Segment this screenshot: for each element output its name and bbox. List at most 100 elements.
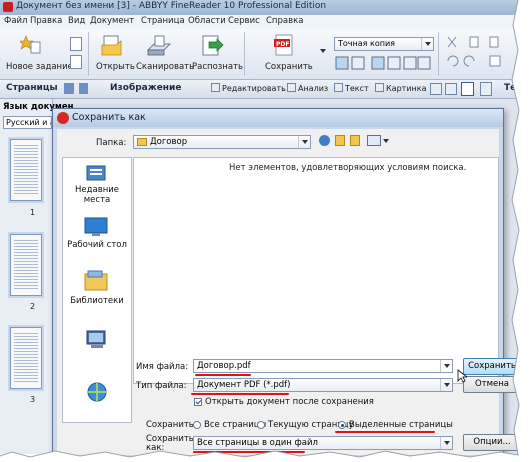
pages-view-icon[interactable] — [64, 83, 74, 94]
open-button[interactable]: Открыть — [96, 62, 135, 72]
save-as-label: Сохранить как: — [146, 434, 194, 453]
filename-dropdown-icon[interactable] — [440, 360, 452, 372]
places-bar: Недавние места Рабочий стол Библиотеки — [62, 157, 132, 423]
edit-area-button[interactable]: Редактировать — [211, 83, 286, 94]
mouse-cursor-icon — [457, 369, 469, 383]
menu-bar: Файл Правка Вид Документ Страница Област… — [0, 15, 522, 30]
edit-label: Редактировать — [222, 84, 286, 93]
analysis-button[interactable]: Анализ — [287, 83, 328, 94]
edit-tools-icons[interactable] — [444, 35, 520, 71]
selected-pages-underline — [335, 431, 435, 433]
page-number-2: 2 — [30, 302, 36, 311]
save-as-select[interactable]: Все страницы в один файл — [193, 436, 453, 450]
text-area-button[interactable]: Текст — [334, 83, 369, 94]
empty-message: Нет элементов, удовлетворяющих условиям … — [229, 163, 467, 173]
computer-icon[interactable] — [85, 329, 109, 351]
view-menu-icon[interactable] — [367, 135, 381, 146]
pdf-save-icon: PDF — [273, 33, 295, 57]
radio-all-pages[interactable] — [193, 421, 201, 429]
save-as-value: Все страницы в один файл — [197, 438, 318, 448]
save-button[interactable]: Сохранить — [265, 62, 313, 72]
image-pane-title: Изображение — [110, 83, 182, 93]
copy-mode-value: Точная копия — [338, 39, 395, 48]
panes-header: Страницы Изображение Редактировать Анали… — [0, 80, 522, 99]
main-toolbar: Новое задание Открыть Сканировать Распоз… — [0, 29, 522, 80]
open-icon — [101, 33, 123, 59]
finereader-icon — [57, 112, 69, 124]
layout-mode-icons[interactable] — [335, 56, 431, 70]
open-after-save-checkbox[interactable] — [194, 398, 202, 406]
menu-file[interactable]: Файл — [4, 16, 27, 26]
menu-help[interactable]: Справка — [266, 16, 303, 26]
recent-places-icon[interactable] — [85, 163, 109, 183]
page-thumbnail-3[interactable] — [10, 327, 42, 389]
menu-service[interactable]: Сервис — [228, 16, 260, 26]
back-icon[interactable] — [319, 135, 330, 146]
radio-current-page[interactable] — [257, 421, 265, 429]
edit-icon — [211, 83, 220, 92]
expand-icon[interactable] — [480, 82, 492, 96]
filetype-value: Документ PDF (*.pdf) — [197, 380, 291, 390]
doc-language-select[interactable]: Русский и ан — [3, 116, 52, 129]
cancel-button[interactable]: Отмена — [463, 376, 521, 393]
zoom-icon[interactable] — [430, 83, 442, 95]
save-as-underline — [193, 451, 305, 453]
desktop-icon[interactable] — [83, 216, 109, 238]
view-menu-chevron-icon[interactable] — [383, 139, 389, 143]
filename-label: Имя файла: — [136, 362, 189, 372]
filetype-underline — [191, 393, 289, 395]
dialog-titlebar: Сохранить как — [53, 109, 503, 127]
app-logo-icon — [3, 2, 13, 12]
fit-page-icon[interactable] — [461, 82, 474, 96]
open-after-save-label: Открыть документ после сохранения — [205, 397, 374, 407]
up-folder-icon[interactable] — [335, 135, 345, 146]
pages-pane-title: Страницы — [6, 83, 58, 93]
filename-underline — [195, 374, 251, 376]
desktop-item[interactable]: Рабочий стол — [63, 240, 131, 250]
recognize-button[interactable]: Распознать — [192, 62, 243, 72]
page-thumbnail-1[interactable] — [10, 139, 42, 201]
menu-edit[interactable]: Правка — [30, 16, 62, 26]
select-icon[interactable] — [445, 83, 457, 95]
save-as-dialog: Сохранить как Папка: Договор Недавние ме… — [52, 108, 521, 460]
pages-pane: Язык докумен Русский и ан 1 2 3 — [0, 99, 74, 454]
network-icon[interactable] — [85, 380, 109, 404]
radio-selected-pages[interactable] — [338, 421, 346, 429]
save-dialog-button[interactable]: Сохранить — [463, 358, 521, 375]
svg-text:PDF: PDF — [276, 41, 289, 48]
picture-area-button[interactable]: Картинка — [375, 83, 426, 94]
copy-icon[interactable] — [70, 55, 82, 69]
new-folder-icon[interactable] — [350, 135, 360, 146]
recent-places-item[interactable]: Недавние места — [63, 185, 131, 205]
folder-select[interactable]: Договор — [133, 135, 311, 149]
radio-selected-pages-label: Выделенные страницы — [349, 420, 453, 430]
file-list[interactable]: Нет элементов, удовлетворяющих условиям … — [133, 157, 499, 384]
new-task-button[interactable]: Новое задание — [6, 62, 73, 72]
save-dropdown-icon[interactable] — [320, 49, 326, 53]
options-button[interactable]: Опции... — [463, 434, 521, 451]
folder-icon — [137, 138, 147, 146]
save-range-label: Сохранить: — [146, 420, 197, 430]
menu-areas[interactable]: Области — [188, 16, 226, 26]
analysis-label: Анализ — [298, 84, 329, 93]
app-title: Документ без имени [3] - ABBYY FineReade… — [16, 1, 327, 11]
filetype-select[interactable]: Документ PDF (*.pdf) — [193, 378, 453, 392]
menu-document[interactable]: Документ — [90, 16, 134, 26]
new-task-icon — [18, 34, 42, 54]
copy-mode-select[interactable]: Точная копия — [334, 37, 434, 51]
text-pane-title: Тек — [504, 83, 522, 93]
libraries-item[interactable]: Библиотеки — [63, 296, 131, 306]
scan-button[interactable]: Сканировать — [136, 62, 194, 72]
libraries-icon[interactable] — [83, 270, 109, 292]
scanner-icon — [146, 34, 172, 58]
recognize-icon — [200, 34, 224, 58]
page-number-1: 1 — [30, 208, 36, 217]
document-icon[interactable] — [70, 37, 82, 51]
menu-page[interactable]: Страница — [141, 16, 185, 26]
filename-input[interactable]: Договор.pdf — [193, 359, 453, 373]
text-label: Текст — [345, 84, 369, 93]
menu-view[interactable]: Вид — [68, 16, 85, 26]
text-icon — [334, 83, 343, 92]
pages-nav-icon[interactable] — [79, 83, 88, 94]
page-thumbnail-2[interactable] — [10, 234, 42, 296]
